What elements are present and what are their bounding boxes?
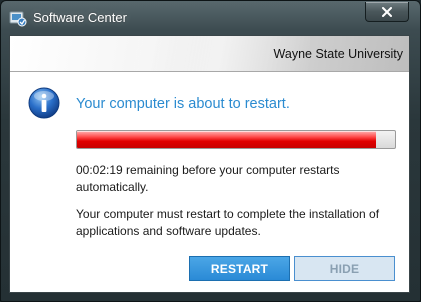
close-icon <box>382 6 392 17</box>
restart-progress-fill <box>77 131 376 148</box>
close-button[interactable] <box>365 2 409 22</box>
software-center-icon <box>9 11 27 27</box>
window-title: Software Center <box>33 10 127 25</box>
dialog-body: Wayne State University Your computer is … <box>9 35 410 293</box>
organization-banner: Wayne State University <box>10 36 409 72</box>
restart-button[interactable]: RESTART <box>189 256 290 281</box>
countdown-text: 00:02:19 remaining before your computer … <box>76 163 340 194</box>
restart-explanation: Your computer must restart to complete t… <box>76 207 380 238</box>
info-icon <box>28 87 60 119</box>
restart-headline: Your computer is about to restart. <box>76 96 290 112</box>
restart-progress-bar <box>76 130 396 149</box>
title-bar[interactable]: Software Center <box>1 1 420 35</box>
hide-button[interactable]: HIDE <box>294 256 395 281</box>
software-center-window: Software Center Wayne State University Y… <box>0 0 421 302</box>
organization-name: Wayne State University <box>273 47 403 61</box>
